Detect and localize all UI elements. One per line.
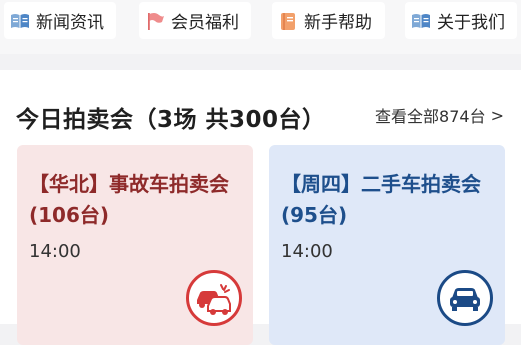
auction-card-title: 【华北】事故车拍卖会(106台) <box>29 172 229 227</box>
nav-news-button[interactable]: 新闻资讯 <box>4 2 116 39</box>
guide-book-icon <box>277 10 299 32</box>
auction-card-time: 14:00 <box>29 241 81 262</box>
view-all-link[interactable]: 查看全部874台 > <box>375 103 504 127</box>
top-nav: 新闻资讯 会员福利 新手帮助 关于我们 <box>0 0 521 54</box>
nav-member-benefits-label: 会员福利 <box>171 13 239 33</box>
flag-icon <box>144 10 166 32</box>
auction-card-accident[interactable]: 【华北】事故车拍卖会(106台) 14:00 <box>17 145 253 345</box>
nav-about-button[interactable]: 关于我们 <box>405 2 517 39</box>
view-all-label: 查看全部874台 <box>375 107 486 126</box>
chevron-right-icon: > <box>490 105 504 125</box>
crashed-cars-icon <box>186 270 242 326</box>
auction-card-used-car[interactable]: 【周四】二手车拍卖会(95台) 14:00 <box>269 145 505 345</box>
book-icon <box>410 10 432 32</box>
nav-about-label: 关于我们 <box>437 13 505 33</box>
auction-panel: 今日拍卖会（3场 共300台） 查看全部874台 > 【华北】事故车拍卖会(10… <box>0 70 521 345</box>
nav-member-benefits-button[interactable]: 会员福利 <box>139 2 251 39</box>
nav-help-button[interactable]: 新手帮助 <box>272 2 385 39</box>
auction-card-time: 14:00 <box>281 241 333 262</box>
book-icon <box>9 10 31 32</box>
auction-card-title: 【周四】二手车拍卖会(95台) <box>281 172 481 227</box>
nav-news-label: 新闻资讯 <box>36 13 104 33</box>
nav-help-label: 新手帮助 <box>304 13 372 33</box>
car-front-icon <box>437 270 493 326</box>
section-title: 今日拍卖会（3场 共300台） <box>16 107 326 133</box>
